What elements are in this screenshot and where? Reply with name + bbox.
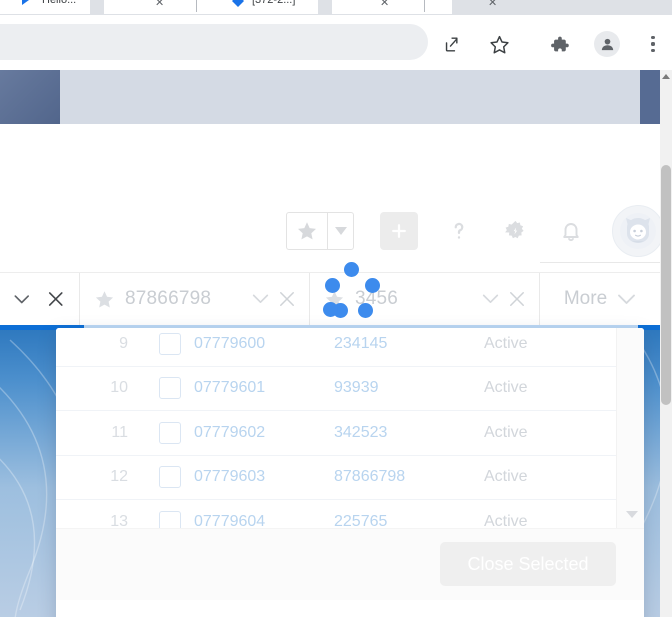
row-checkbox[interactable]	[159, 421, 181, 444]
favorite-button-group	[286, 212, 354, 250]
row-number-value[interactable]: 225765	[334, 513, 484, 528]
table-scrollbar[interactable]	[616, 328, 644, 528]
filter-chip-1-close-icon[interactable]	[509, 291, 525, 307]
table-row[interactable]: 13 07779604 225765 Active	[56, 500, 644, 528]
records-table: 9 07779600 234145 Active 10 07779601 939…	[56, 328, 644, 528]
share-icon[interactable]	[439, 33, 461, 55]
row-number-value[interactable]: 234145	[334, 335, 484, 353]
row-checkbox-cell	[146, 510, 194, 528]
omnibox-address-bar[interactable]	[0, 24, 428, 60]
app-banner-left	[0, 70, 60, 124]
row-status: Active	[484, 512, 528, 528]
spinner-dot	[358, 303, 373, 318]
close-selected-button[interactable]: Close Selected	[440, 542, 616, 586]
row-number: 10	[110, 379, 128, 397]
tab-2-close-icon[interactable]: ✕	[380, 0, 389, 9]
favorite-dropdown-caret[interactable]	[327, 213, 353, 249]
row-id[interactable]: 07779602	[194, 424, 334, 442]
row-id[interactable]: 07779601	[194, 379, 334, 397]
records-dialog: 9 07779600 234145 Active 10 07779601 939…	[56, 328, 644, 617]
browser-tab-1-title: Hello...	[42, 0, 77, 6]
header-divider	[540, 262, 660, 263]
filter-chip-0[interactable]: 87866798	[80, 272, 310, 326]
browser-tab-2-title: [372-2...]	[252, 0, 296, 6]
profile-avatar-icon[interactable]	[594, 31, 620, 57]
table-row[interactable]: 10 07779601 93939 Active	[56, 367, 644, 411]
filter-bar-controls	[0, 272, 80, 326]
add-plus-button[interactable]	[380, 212, 418, 250]
dialog-footer: Close Selected	[56, 528, 644, 600]
row-id[interactable]: 07779603	[194, 468, 334, 486]
browser-tab-strip: Hello... ✕ [372-2...] ✕ ✕	[0, 0, 672, 15]
user-avatar[interactable]	[612, 205, 660, 257]
page-scrollbar[interactable]	[660, 70, 672, 617]
row-status: Active	[484, 423, 528, 441]
row-id[interactable]: 07779600	[194, 335, 334, 353]
scrollbar-thumb[interactable]	[661, 165, 671, 405]
browser-tab-3[interactable]	[332, 0, 452, 14]
row-number-value[interactable]: 87866798	[334, 468, 484, 486]
row-checkbox-cell	[146, 332, 194, 355]
more-filters-chevron-down-icon	[618, 294, 636, 304]
row-checkbox[interactable]	[159, 510, 181, 528]
row-number: 11	[111, 423, 128, 441]
row-number: 13	[110, 512, 128, 528]
tab-1-close-icon[interactable]: ✕	[155, 0, 164, 9]
tab-separator-2	[424, 0, 425, 12]
spinner-dot	[365, 278, 380, 293]
scrollbar-up-arrow-icon[interactable]	[662, 74, 670, 79]
tab-1-favicon	[22, 0, 29, 5]
row-number: 12	[110, 468, 128, 486]
table-row[interactable]: 11 07779602 342523 Active	[56, 411, 644, 456]
loading-spinner	[322, 262, 380, 320]
row-status: Active	[484, 468, 528, 486]
spinner-dot	[344, 262, 359, 277]
spinner-dot	[323, 302, 338, 317]
row-checkbox-cell	[146, 421, 194, 444]
more-filters-label: More	[563, 288, 608, 309]
avatar-mascot-icon	[620, 213, 656, 249]
filter-chip-0-value: 87866798	[125, 288, 212, 309]
row-checkbox[interactable]	[159, 377, 181, 400]
row-checkbox-cell	[146, 377, 194, 400]
star-icon	[95, 290, 114, 308]
bookmark-star-icon[interactable]	[488, 33, 510, 55]
filter-chip-0-close-icon[interactable]	[279, 291, 295, 307]
filter-chip-0-chevron-down-icon[interactable]	[252, 294, 269, 304]
page-viewport: 87866798 3456 More 9 07779600 234145 Act…	[0, 70, 660, 617]
scroll-down-chevron-down-icon[interactable]	[626, 511, 638, 518]
app-banner-right	[640, 70, 660, 124]
row-checkbox[interactable]	[159, 466, 181, 489]
row-number-value[interactable]: 93939	[334, 379, 484, 397]
table-row[interactable]: 9 07779600 234145 Active	[56, 328, 644, 367]
app-header-icon-row	[286, 205, 660, 257]
tab-3-close-icon[interactable]: ✕	[488, 0, 497, 9]
three-dot-menu-icon[interactable]	[645, 34, 661, 54]
row-checkbox[interactable]	[159, 332, 181, 355]
collapse-chevron-down-icon[interactable]	[14, 294, 30, 305]
tab-2-favicon	[232, 0, 244, 7]
tab-separator-1	[196, 0, 197, 12]
row-status: Active	[484, 379, 528, 397]
notifications-bell-icon[interactable]	[556, 216, 586, 246]
extensions-puzzle-icon[interactable]	[548, 33, 570, 55]
row-number-value[interactable]: 342523	[334, 424, 484, 442]
row-id[interactable]: 07779604	[194, 513, 334, 528]
favorite-star-button[interactable]	[287, 213, 327, 249]
screenshot-root: Hello... ✕ [372-2...] ✕ ✕ 87866798 3456 …	[0, 0, 672, 617]
browser-toolbar	[0, 15, 672, 70]
more-filters-button[interactable]: More	[540, 273, 660, 326]
table-row[interactable]: 12 07779603 87866798 Active	[56, 456, 644, 500]
settings-gear-icon[interactable]	[500, 216, 530, 246]
app-header	[0, 124, 660, 272]
row-checkbox-cell	[146, 466, 194, 489]
dialog-bottom-area	[56, 600, 644, 617]
row-status: Active	[484, 334, 528, 352]
filter-chip-1-chevron-down-icon[interactable]	[482, 294, 499, 304]
filter-bar-close-icon[interactable]	[48, 290, 64, 308]
spinner-dot	[325, 278, 340, 293]
app-banner-center	[60, 70, 640, 124]
help-question-icon[interactable]	[444, 216, 474, 246]
row-number: 9	[119, 334, 128, 352]
